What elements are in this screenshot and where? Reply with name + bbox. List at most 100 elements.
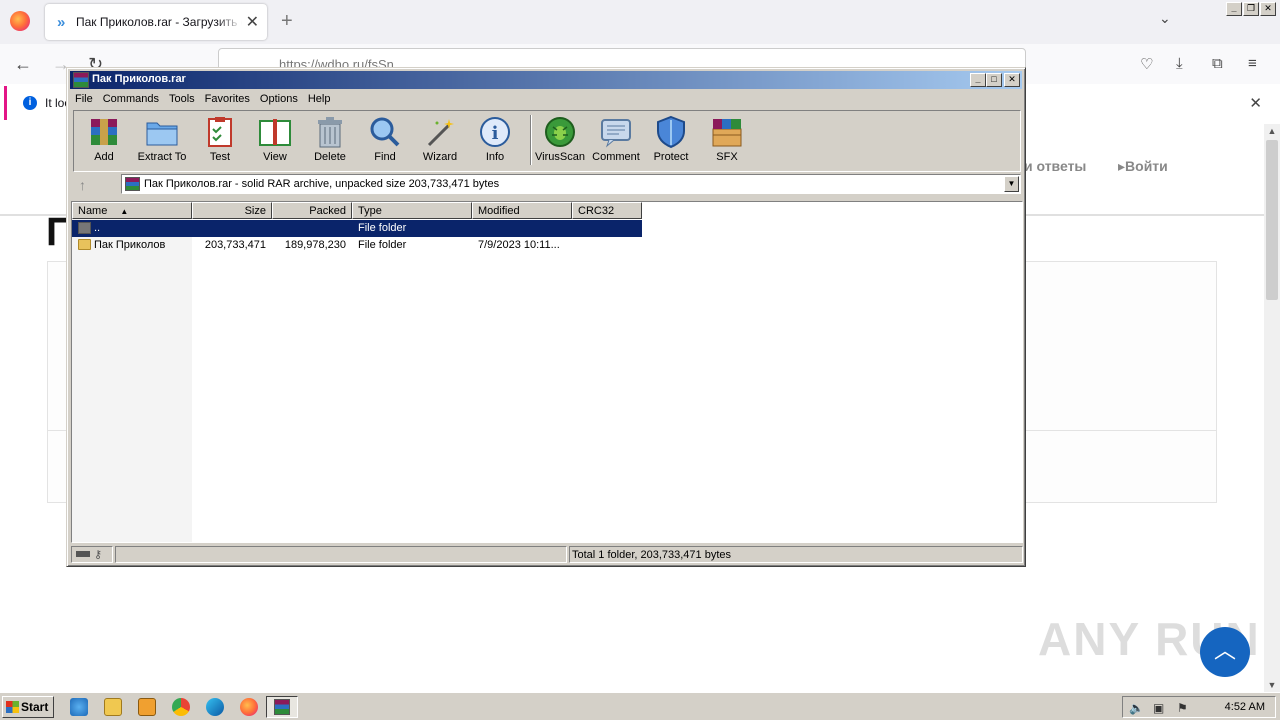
nav-link-faq[interactable]: и ответы (1024, 158, 1086, 174)
menu-help[interactable]: Help (303, 90, 336, 110)
winrar-app-icon[interactable] (73, 72, 89, 88)
edge-icon[interactable] (206, 698, 224, 716)
menu-hamburger-icon[interactable]: ≡ (1248, 55, 1257, 72)
row-type: File folder (358, 239, 407, 251)
col-size[interactable]: Size (192, 202, 272, 219)
scroll-down-icon[interactable]: ▼ (1264, 680, 1280, 690)
col-name-label: Name (78, 205, 108, 217)
system-tray: 🔈 ▣ ⚑ 4:52 AM (1122, 696, 1276, 718)
add-button[interactable]: Add (76, 115, 132, 163)
col-packed[interactable]: Packed (272, 202, 352, 219)
col-type[interactable]: Type (352, 202, 472, 219)
add-label: Add (94, 151, 114, 163)
parent-folder-icon (78, 222, 91, 234)
clock[interactable]: 4:52 AM (1225, 701, 1265, 713)
media-player-icon[interactable] (138, 698, 156, 716)
list-header: Name ▲ Size Packed Type Modified CRC32 (72, 202, 642, 219)
tab-close-icon[interactable]: ✕ (246, 12, 259, 32)
col-name[interactable]: Name ▲ (72, 202, 192, 219)
svg-text:i: i (492, 123, 499, 144)
up-arrow-icon[interactable]: ↑ (79, 177, 86, 193)
scroll-thumb[interactable] (1266, 140, 1278, 300)
magnifier-icon (368, 115, 402, 149)
virusscan-button[interactable]: VirusScan (532, 115, 588, 163)
col-modified[interactable]: Modified (472, 202, 572, 219)
col-crc32[interactable]: CRC32 (572, 202, 642, 219)
volume-icon[interactable]: 🔈 (1129, 701, 1144, 715)
minimize-icon[interactable]: _ (1226, 2, 1242, 16)
menu-favorites[interactable]: Favorites (200, 90, 255, 110)
close-icon[interactable]: ✕ (1260, 2, 1276, 16)
network-icon[interactable]: ▣ (1153, 701, 1164, 715)
browser-tab[interactable]: » Пак Приколов.rar - Загрузить файл ✕ (45, 4, 267, 40)
info-icon: i (23, 96, 37, 110)
find-button[interactable]: Find (357, 115, 413, 163)
shield-icon (654, 115, 688, 149)
ie-icon[interactable] (70, 698, 88, 716)
info-button[interactable]: i Info (467, 115, 523, 163)
row-name: Пак Приколов (94, 239, 166, 251)
firefox-logo-icon[interactable] (10, 11, 30, 31)
scroll-top-button[interactable]: ︿ (1200, 627, 1250, 677)
protect-button[interactable]: Protect (643, 115, 699, 163)
downloads-icon[interactable]: ⤓ (1176, 55, 1183, 72)
extensions-icon[interactable]: ⧉ (1212, 55, 1223, 72)
path-text: Пак Приколов.rar - solid RAR archive, un… (144, 178, 500, 190)
notification-close-icon[interactable]: ✕ (1249, 94, 1262, 112)
comment-button[interactable]: Comment (588, 115, 644, 163)
view-book-icon (258, 115, 292, 149)
wizard-label: Wizard (422, 151, 458, 163)
new-tab-icon[interactable]: + (281, 10, 293, 33)
taskbar-winrar-button[interactable] (266, 696, 298, 718)
start-button[interactable]: Start (2, 696, 54, 718)
sfx-box-icon (710, 115, 744, 149)
table-row[interactable]: Пак Приколов 203,733,471 189,978,230 Fil… (72, 237, 642, 254)
drive-icon (76, 551, 90, 557)
chrome-icon[interactable] (172, 698, 190, 716)
firefox-icon[interactable] (240, 698, 258, 716)
sort-asc-icon: ▲ (120, 207, 129, 216)
row-modified: 7/9/2023 10:11... (478, 239, 560, 251)
extract-folder-icon (145, 115, 179, 149)
restore-icon[interactable]: ❐ (1243, 2, 1259, 16)
delete-button[interactable]: Delete (302, 115, 358, 163)
menu-commands[interactable]: Commands (98, 90, 164, 110)
row-name: .. (94, 222, 101, 234)
find-label: Find (374, 151, 396, 163)
winrar-title-bar[interactable]: Пак Приколов.rar _ □ ✕ (70, 71, 1022, 89)
nav-link-login[interactable]: ▸Войти (1118, 158, 1168, 175)
table-row[interactable]: .. File folder (72, 220, 642, 237)
test-clipboard-icon (203, 115, 237, 149)
page-scrollbar[interactable]: ▲ ▼ (1264, 124, 1280, 692)
trash-can-icon (313, 115, 347, 149)
winrar-status-bar: ⚷ Total 1 folder, 203,733,471 bytes (71, 546, 1023, 564)
pocket-icon[interactable]: ♡ (1140, 55, 1153, 73)
comment-icon (599, 115, 633, 149)
menu-tools[interactable]: Tools (164, 90, 200, 110)
menu-file[interactable]: File (70, 90, 98, 110)
file-list[interactable]: Name ▲ Size Packed Type Modified CRC32 .… (71, 201, 1023, 543)
test-label: Test (209, 151, 231, 163)
test-button[interactable]: Test (192, 115, 248, 163)
site-favicon-icon: » (57, 14, 66, 31)
extract-to-label: Extract To (137, 151, 187, 163)
minimize-icon[interactable]: _ (970, 73, 986, 87)
close-icon[interactable]: ✕ (1004, 73, 1020, 87)
extract-to-button[interactable]: Extract To (134, 115, 190, 163)
status-drive-icons[interactable]: ⚷ (71, 546, 113, 563)
explorer-folder-icon[interactable] (104, 698, 122, 716)
view-label: View (263, 151, 287, 163)
dropdown-arrow-icon[interactable]: ▼ (1004, 176, 1019, 192)
wizard-button[interactable]: Wizard (412, 115, 468, 163)
back-arrow-icon[interactable]: ← (14, 54, 32, 75)
sfx-button[interactable]: SFX (699, 115, 755, 163)
start-label: Start (21, 700, 49, 714)
name-column-shade (72, 219, 192, 542)
list-tabs-chevron-icon[interactable]: ⌄ (1159, 10, 1171, 27)
path-combobox[interactable]: Пак Приколов.rar - solid RAR archive, un… (121, 174, 1021, 194)
scroll-up-icon[interactable]: ▲ (1264, 126, 1280, 136)
menu-options[interactable]: Options (255, 90, 303, 110)
view-button[interactable]: View (247, 115, 303, 163)
maximize-icon[interactable]: □ (986, 73, 1002, 87)
action-center-flag-icon[interactable]: ⚑ (1177, 701, 1188, 715)
